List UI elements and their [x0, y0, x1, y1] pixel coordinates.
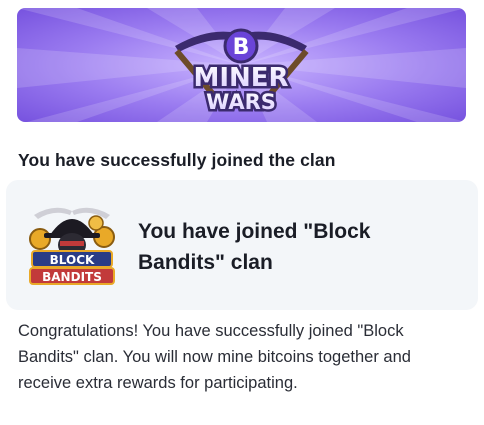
congratulations-message: Congratulations! You have successfully j… — [18, 322, 411, 392]
miner-wars-logo: MINER WARS — [191, 61, 291, 117]
miner-wars-banner: B MINER WARS — [17, 8, 466, 122]
logo-line2: WARS — [206, 90, 276, 114]
coin-icon — [29, 228, 51, 250]
hat-icon — [50, 219, 94, 235]
clan-logo-line2: BANDITS — [42, 270, 102, 284]
block-bandits-logo: BLOCK BANDITS — [29, 207, 115, 285]
svg-text:B: B — [233, 35, 250, 60]
clan-card: BLOCK BANDITS You have joined "Block Ban… — [6, 180, 478, 310]
logo-line1: MINER — [193, 63, 288, 93]
bitcoin-icon: B — [223, 28, 259, 64]
page-heading: You have successfully joined the clan — [18, 150, 336, 170]
clan-joined-title: You have joined "Block Bandits" clan — [138, 220, 371, 274]
clan-joined-screen: B MINER WARS You have successfully joine… — [0, 0, 484, 425]
clan-logo-line1: BLOCK — [50, 253, 95, 267]
clan-logo: BLOCK BANDITS — [24, 201, 120, 289]
coin-icon — [88, 215, 104, 231]
banner-art: B MINER WARS — [17, 8, 466, 122]
